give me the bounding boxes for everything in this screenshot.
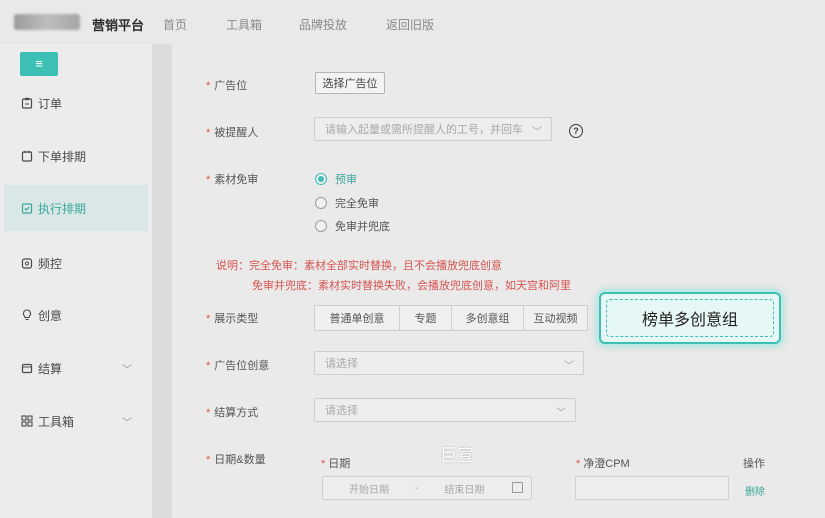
help-icon[interactable]: ? — [569, 124, 583, 138]
brand-title: 营销平台 — [92, 18, 145, 33]
segment-single-creative[interactable]: 普通单创意 — [314, 305, 400, 331]
review-note-1: 说明：完全免审：素材全部实时替换，且不会播放兜底创意 — [216, 260, 502, 272]
nav-home[interactable]: 首页 — [163, 16, 187, 33]
sidebar-item-label: 结算 — [38, 361, 63, 376]
reminder-select[interactable]: 请输入起量或需所提醒人的工号，并回车 ﹀ — [314, 117, 552, 141]
radio-button[interactable] — [315, 220, 327, 232]
reminder-label: * 被提醒人 — [206, 127, 259, 139]
ranking-multi-creative-label: 榜单多创意组 — [606, 299, 774, 337]
sidebar-item-settlement[interactable]: 结算 ﹀ — [4, 345, 148, 391]
slot-creative-label: * 广告位创意 — [206, 360, 270, 372]
watermark: 巨宣 — [440, 446, 474, 465]
calendar-check-icon — [20, 201, 34, 215]
sidebar: ≡ 订单 下单排期 执行排期 频控 创意 结算 ﹀ 工具箱 ﹀ — [0, 44, 152, 518]
lightbulb-icon — [20, 308, 34, 322]
radio-button[interactable] — [315, 173, 327, 185]
segment-interactive-video[interactable]: 互动视频 — [524, 305, 588, 331]
display-type-label: * 展示类型 — [206, 313, 259, 325]
chevron-down-icon: ﹀ — [122, 364, 132, 376]
review-note-2: 免审并兜底：素材实时替换失败，会播放兜底创意，如天宫和阿里 — [252, 280, 571, 292]
sidebar-item-label: 创意 — [38, 308, 63, 323]
sidebar-item-label: 下单排期 — [38, 149, 87, 164]
clipboard-icon — [20, 96, 34, 110]
sidebar-item-label: 工具箱 — [38, 414, 75, 429]
sidebar-item-toolbox[interactable]: 工具箱 ﹀ — [4, 398, 148, 444]
segment-ranking-multi-creative[interactable]: 榜单多创意组 — [599, 292, 781, 344]
ad-slot-label: * 广告位 — [206, 80, 248, 92]
radio-button[interactable] — [315, 197, 327, 209]
delete-link[interactable]: 删除 — [745, 483, 765, 498]
sidebar-item-frequency[interactable]: 频控 — [4, 240, 148, 286]
settlement-select[interactable]: 请选择 ﹀ — [314, 398, 576, 422]
sidebar-item-label: 执行排期 — [38, 201, 87, 216]
wallet-icon — [20, 361, 34, 375]
nav-brand-delivery[interactable]: 品牌投放 — [299, 16, 347, 33]
calendar-icon — [20, 149, 34, 163]
cpm-input[interactable] — [575, 476, 729, 500]
chevron-down-icon: ﹀ — [532, 127, 542, 138]
sidebar-item-creative[interactable]: 创意 — [4, 292, 148, 338]
grid-icon — [20, 414, 34, 428]
date-qty-label: * 日期&数量 — [206, 454, 266, 466]
column-actions: 操作 — [743, 458, 765, 470]
material-review-label: * 素材免审 — [206, 174, 259, 186]
sidebar-item-orders[interactable]: 订单 — [4, 80, 148, 126]
logo — [14, 14, 80, 30]
top-bar: 营销平台 首页 工具箱 品牌投放 返回旧版 — [0, 0, 825, 44]
segment-topic[interactable]: 专题 — [400, 305, 452, 331]
nav-back-old-version[interactable]: 返回旧版 — [386, 16, 434, 33]
sidebar-divider — [152, 44, 172, 518]
calendar-icon — [512, 482, 523, 493]
sidebar-item-exec-schedule[interactable]: 执行排期 — [4, 185, 148, 231]
sidebar-item-label: 订单 — [38, 96, 63, 111]
frequency-icon — [20, 256, 34, 270]
sidebar-item-order-schedule[interactable]: 下单排期 — [4, 133, 148, 179]
sidebar-item-label: 频控 — [38, 256, 63, 271]
settlement-label: * 结算方式 — [206, 407, 259, 419]
menu-toggle-button[interactable]: ≡ — [20, 52, 58, 76]
segment-multi-creative[interactable]: 多创意组 — [452, 305, 524, 331]
nav-toolbox[interactable]: 工具箱 — [226, 16, 262, 33]
display-type-segmented: 普通单创意 专题 多创意组 互动视频 — [314, 305, 588, 331]
slot-creative-select[interactable]: 请选择 ﹀ — [314, 351, 584, 375]
date-range-picker[interactable]: 开始日期 - 结束日期 — [322, 476, 532, 500]
select-ad-slot-button[interactable]: 选择广告位 — [315, 72, 385, 94]
radio-full-exempt[interactable]: 完全免审 — [315, 195, 379, 211]
radio-pre-review[interactable]: 预审 — [315, 171, 357, 187]
reminder-placeholder: 请输入起量或需所提醒人的工号，并回车 — [325, 124, 523, 136]
radio-exempt-fallback[interactable]: 免审并兜底 — [315, 218, 390, 234]
column-date: * 日期 — [321, 458, 351, 470]
chevron-down-icon: ﹀ — [556, 408, 566, 419]
chevron-down-icon: ﹀ — [564, 361, 574, 372]
chevron-down-icon: ﹀ — [122, 417, 132, 429]
column-cpm: * 净澄CPM — [576, 458, 630, 470]
